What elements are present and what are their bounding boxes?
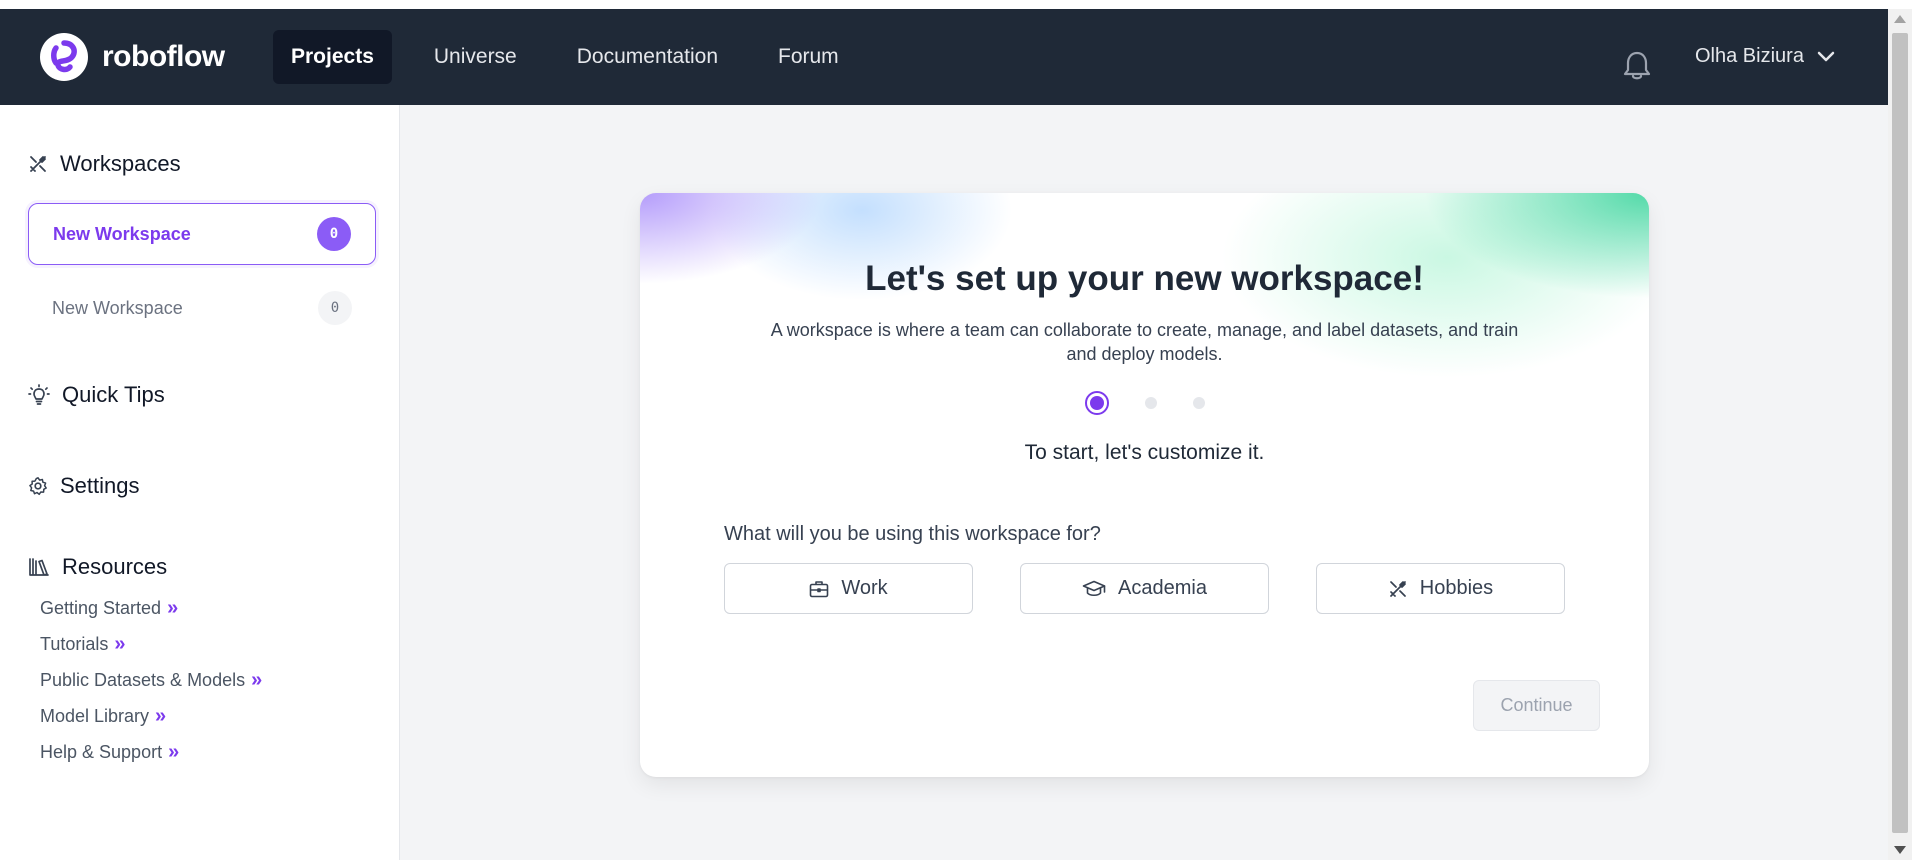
nav-forum[interactable]: Forum bbox=[760, 30, 857, 84]
double-chevron-right-icon: » bbox=[251, 668, 263, 691]
usage-question: What will you be using this workspace fo… bbox=[724, 523, 1101, 545]
setup-title: Let's set up your new workspace! bbox=[865, 259, 1424, 298]
setup-description: A workspace is where a team can collabor… bbox=[770, 320, 1519, 364]
option-label: Work bbox=[841, 577, 888, 599]
main-nav: Projects Universe Documentation Forum bbox=[273, 30, 881, 84]
user-menu[interactable]: Olha Biziura bbox=[1695, 45, 1836, 68]
workspace-label: New Workspace bbox=[53, 223, 191, 244]
gear-icon bbox=[29, 477, 47, 496]
double-chevron-right-icon: » bbox=[114, 632, 126, 655]
resource-model-library[interactable]: Model Library » bbox=[40, 698, 262, 734]
double-chevron-right-icon: » bbox=[167, 596, 179, 619]
option-work-button[interactable]: Work bbox=[724, 563, 973, 614]
workspace-count-badge: 0 bbox=[317, 217, 351, 251]
double-chevron-right-icon: » bbox=[155, 704, 167, 727]
scroll-down-arrow-icon[interactable] bbox=[1894, 846, 1906, 854]
option-hobbies-button[interactable]: Hobbies bbox=[1316, 563, 1565, 614]
scroll-up-arrow-icon[interactable] bbox=[1894, 15, 1906, 23]
workspace-label: New Workspace bbox=[52, 297, 183, 318]
roboflow-logo[interactable]: roboflow bbox=[40, 33, 225, 81]
top-navbar: roboflow Projects Universe Documentation… bbox=[0, 9, 1888, 105]
step-indicator bbox=[640, 391, 1649, 415]
resource-label: Help & Support bbox=[40, 741, 163, 762]
workspace-count-badge: 0 bbox=[318, 291, 352, 325]
workspaces-header: Workspaces bbox=[28, 151, 181, 177]
option-label: Academia bbox=[1118, 577, 1207, 599]
resource-label: Getting Started bbox=[40, 597, 162, 618]
resources-list: Getting Started » Tutorials » Public Dat… bbox=[40, 590, 262, 770]
roboflow-logo-icon bbox=[40, 33, 88, 81]
notifications-bell-icon[interactable] bbox=[1622, 49, 1652, 86]
tools-icon bbox=[30, 156, 46, 172]
resource-tutorials[interactable]: Tutorials » bbox=[40, 626, 262, 662]
resource-public-datasets[interactable]: Public Datasets & Models » bbox=[40, 662, 262, 698]
step-dot bbox=[1144, 397, 1157, 409]
lightbulb-icon bbox=[28, 384, 50, 405]
resources-title: Resources bbox=[62, 554, 168, 579]
window-top-strip bbox=[0, 0, 1912, 9]
workspace-setup-card: Let's set up your new workspace! A works… bbox=[640, 193, 1649, 777]
user-name: Olha Biziura bbox=[1695, 45, 1804, 67]
quick-tips-link[interactable]: Quick Tips bbox=[28, 382, 165, 408]
resource-getting-started[interactable]: Getting Started » bbox=[40, 590, 262, 626]
scroll-thumb[interactable] bbox=[1892, 33, 1908, 833]
vertical-scrollbar[interactable] bbox=[1888, 9, 1912, 860]
resource-help-support[interactable]: Help & Support » bbox=[40, 734, 262, 770]
option-label: Hobbies bbox=[1419, 577, 1494, 599]
settings-label: Settings bbox=[60, 473, 140, 498]
nav-universe[interactable]: Universe bbox=[416, 30, 535, 84]
sidebar: Workspaces New Workspace 0 New Workspace… bbox=[0, 105, 400, 860]
workspaces-title: Workspaces bbox=[60, 151, 181, 176]
continue-button[interactable]: Continue bbox=[1473, 680, 1600, 731]
resource-label: Tutorials bbox=[40, 633, 109, 654]
usage-options: Work Academia Hobbies bbox=[724, 563, 1565, 614]
settings-link[interactable]: Settings bbox=[28, 473, 140, 499]
books-icon bbox=[29, 558, 49, 576]
step-dot bbox=[1192, 397, 1205, 409]
quick-tips-label: Quick Tips bbox=[62, 382, 165, 407]
resources-header: Resources bbox=[28, 554, 167, 580]
nav-documentation[interactable]: Documentation bbox=[559, 30, 736, 84]
step-dot-current bbox=[1084, 391, 1109, 415]
workspace-item-selected[interactable]: New Workspace 0 bbox=[28, 203, 376, 265]
setup-subtitle: To start, let's customize it. bbox=[1024, 441, 1265, 464]
chevron-down-icon bbox=[1817, 51, 1835, 61]
brand-name: roboflow bbox=[102, 40, 225, 73]
resource-label: Public Datasets & Models bbox=[40, 669, 246, 690]
card-gradient-header bbox=[640, 193, 1649, 408]
graduation-cap-icon bbox=[1082, 580, 1106, 596]
double-chevron-right-icon: » bbox=[168, 740, 180, 763]
resource-label: Model Library bbox=[40, 705, 150, 726]
workspace-item[interactable]: New Workspace 0 bbox=[28, 277, 376, 339]
tools-icon bbox=[1389, 580, 1406, 597]
briefcase-icon bbox=[810, 580, 829, 597]
option-academia-button[interactable]: Academia bbox=[1020, 563, 1269, 614]
nav-projects[interactable]: Projects bbox=[273, 30, 392, 84]
